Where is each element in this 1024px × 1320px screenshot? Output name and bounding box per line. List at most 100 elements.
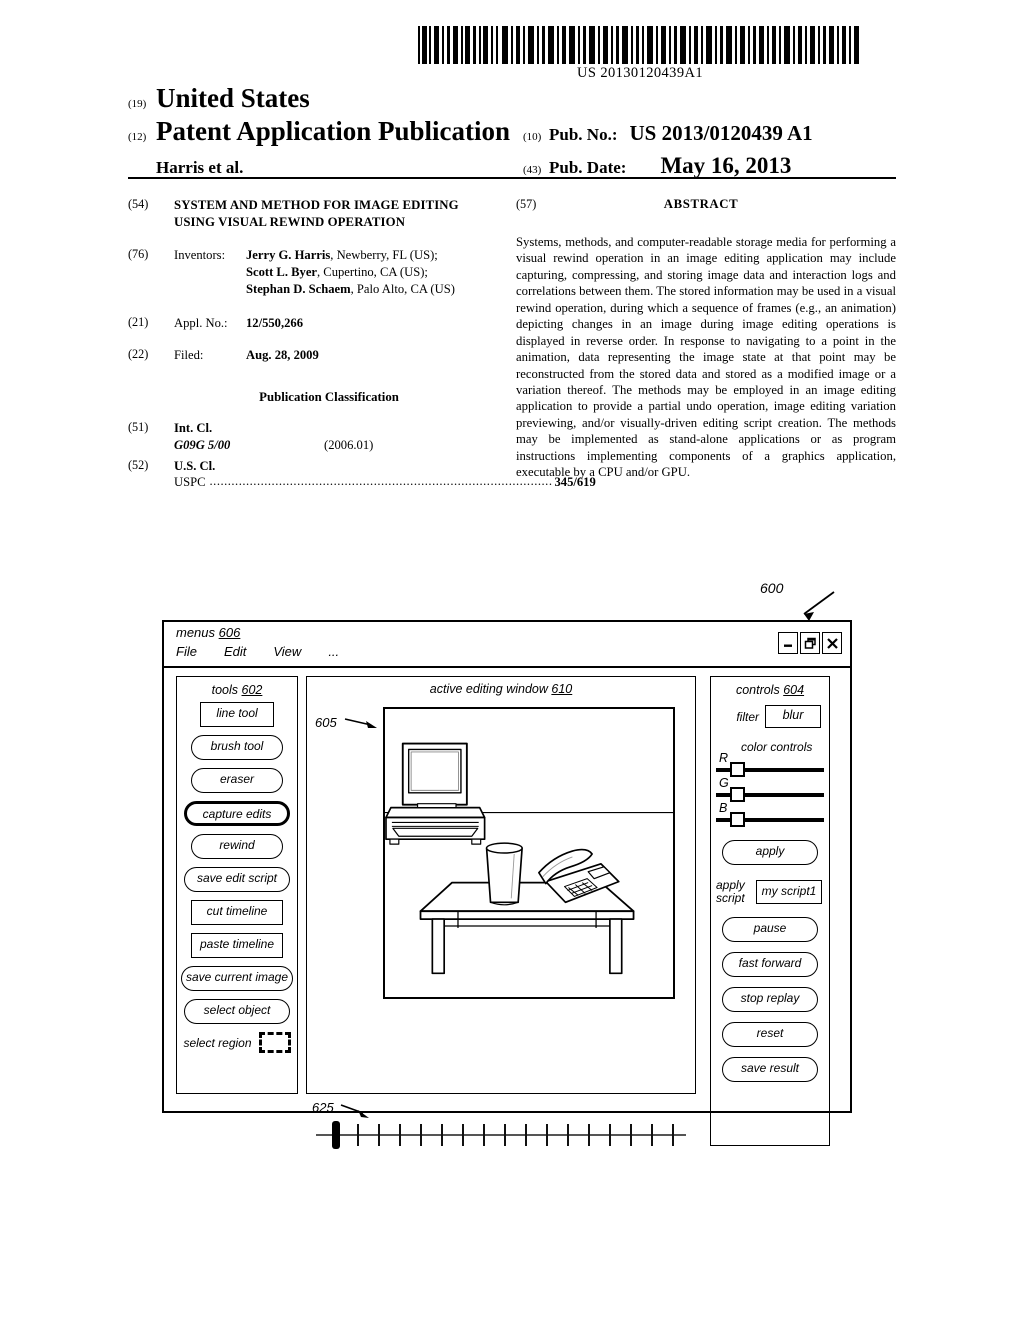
inventors-field: (76) Inventors: Jerry G. Harris, Newberr… bbox=[128, 247, 500, 297]
pause-button[interactable]: pause bbox=[722, 916, 818, 942]
timeline-region: 625 bbox=[306, 1100, 696, 1152]
invention-title: SYSTEM AND METHOD FOR IMAGE EDITING USIN… bbox=[174, 198, 459, 230]
slider-label-b: B bbox=[719, 801, 728, 815]
window-body: tools 602 line tool brush tool eraser ca… bbox=[164, 668, 850, 1149]
inid-22: (22) bbox=[128, 347, 149, 362]
tools-reference-602: 602 bbox=[241, 683, 263, 697]
close-button[interactable] bbox=[822, 632, 842, 654]
tool-line-tool[interactable]: line tool bbox=[200, 702, 274, 727]
restore-icon bbox=[804, 637, 816, 649]
title-field: (54) SYSTEM AND METHOD FOR IMAGE EDITING… bbox=[128, 197, 500, 231]
tool-capture-edits[interactable]: capture edits bbox=[184, 801, 290, 826]
appl-no-value: 12/550,266 bbox=[246, 316, 304, 331]
barcode-block: US 20130120439A1 bbox=[418, 26, 862, 82]
application-window: menus 606 File Edit View ... tools 602 l… bbox=[162, 620, 852, 1149]
tool-brush-tool[interactable]: brush tool bbox=[191, 735, 283, 760]
inventor-name: Stephan D. Schaem bbox=[246, 281, 351, 296]
color-controls-label: color controls bbox=[741, 740, 813, 754]
pub-number-label: Pub. No.: bbox=[549, 125, 618, 145]
tool-cut-timeline[interactable]: cut timeline bbox=[191, 900, 283, 925]
tool-select-region[interactable]: select region bbox=[177, 1032, 297, 1053]
inid-76: (76) bbox=[128, 247, 149, 262]
television-on-stand bbox=[385, 742, 486, 845]
apply-button[interactable]: apply bbox=[722, 840, 818, 865]
country-name: United States bbox=[156, 83, 310, 113]
controls-panel: controls 604 filter blur color controls … bbox=[710, 676, 830, 1146]
active-editing-window: active editing window 610 605 bbox=[306, 676, 696, 1094]
script-name-field[interactable]: my script1 bbox=[756, 879, 822, 904]
tool-select-object[interactable]: select object bbox=[184, 999, 290, 1024]
editing-window-caption: active editing window 610 bbox=[307, 682, 695, 696]
filter-label: filter bbox=[736, 709, 759, 724]
application-number-field: (21) Appl. No.: 12/550,266 bbox=[128, 315, 500, 331]
uspc-label: USPC bbox=[174, 474, 206, 489]
inid-51: (51) bbox=[128, 419, 149, 434]
int-cl-version: (2006.01) bbox=[324, 437, 374, 452]
inventor-location: , Newberry, FL (US); bbox=[330, 248, 438, 263]
inid-54: (54) bbox=[128, 197, 149, 211]
coffee-table bbox=[419, 881, 635, 975]
tool-rewind[interactable]: rewind bbox=[191, 834, 283, 859]
international-classification-field: (51) Int. Cl. G09G 5/00 (2006.01) bbox=[128, 420, 500, 454]
fast-forward-button[interactable]: fast forward bbox=[722, 951, 818, 977]
slider-red[interactable]: R bbox=[716, 751, 824, 778]
pub-date-label: Pub. Date: bbox=[549, 158, 627, 178]
figure-reference-625: 625 bbox=[312, 1100, 334, 1115]
canvas-scene bbox=[385, 742, 673, 975]
tool-save-current-image[interactable]: save current image bbox=[181, 966, 293, 991]
timeline-playhead bbox=[332, 1121, 340, 1149]
slider-green[interactable]: G bbox=[716, 776, 824, 803]
figure-reference-605: 605 bbox=[315, 715, 337, 730]
inventor-name: Scott L. Byer bbox=[246, 264, 317, 279]
menu-item-file[interactable]: File bbox=[176, 644, 197, 659]
appl-no-label: Appl. No.: bbox=[174, 316, 228, 331]
inventor-location: , Palo Alto, CA (US) bbox=[350, 281, 455, 296]
select-region-label: select region bbox=[183, 1035, 252, 1050]
pub-date-value: May 16, 2013 bbox=[660, 153, 792, 179]
image-canvas[interactable] bbox=[383, 707, 675, 999]
abstract-body: Systems, methods, and computer-readable … bbox=[516, 235, 896, 480]
drinking-glass bbox=[485, 842, 523, 906]
timeline-track[interactable] bbox=[306, 1118, 696, 1152]
stop-replay-button[interactable]: stop replay bbox=[722, 986, 818, 1012]
lead-line-605 bbox=[344, 718, 377, 728]
filed-value: Aug. 28, 2009 bbox=[246, 348, 319, 363]
menu-item-more[interactable]: ... bbox=[328, 644, 339, 659]
bibliographic-column: (54) SYSTEM AND METHOD FOR IMAGE EDITING… bbox=[128, 197, 596, 494]
publication-classification-heading: Publication Classification bbox=[259, 390, 399, 405]
filter-value-field[interactable]: blur bbox=[765, 705, 821, 728]
header-divider bbox=[128, 177, 896, 179]
slider-thumb-g[interactable] bbox=[730, 787, 745, 802]
tool-eraser[interactable]: eraser bbox=[191, 768, 283, 793]
minimize-icon bbox=[784, 644, 792, 647]
inid-52: (52) bbox=[128, 457, 149, 472]
marquee-selection-icon bbox=[258, 1032, 291, 1053]
document-header: (19) United States (12) Patent Applicati… bbox=[128, 83, 896, 179]
slider-blue[interactable]: B bbox=[716, 801, 824, 828]
inventors-list: Jerry G. Harris, Newberry, FL (US); Scot… bbox=[246, 247, 500, 297]
reset-button[interactable]: reset bbox=[722, 1021, 818, 1047]
maximize-button[interactable] bbox=[800, 632, 820, 654]
menu-item-edit[interactable]: Edit bbox=[224, 644, 246, 659]
inid-21: (21) bbox=[128, 315, 149, 330]
apply-script-row: apply script my script1 bbox=[711, 879, 829, 905]
slider-thumb-r[interactable] bbox=[730, 762, 745, 777]
editing-window-reference-610: 610 bbox=[551, 682, 573, 696]
controls-reference-604: 604 bbox=[783, 683, 805, 697]
tools-caption-text: tools bbox=[211, 683, 239, 697]
tools-panel-caption: tools 602 bbox=[177, 683, 297, 697]
pub-number-value: US 2013/0120439 A1 bbox=[629, 121, 813, 146]
slider-label-r: R bbox=[719, 751, 729, 765]
abstract-column: (57) ABSTRACT Systems, methods, and comp… bbox=[516, 197, 896, 481]
int-cl-label: Int. Cl. bbox=[174, 420, 213, 435]
save-result-button[interactable]: save result bbox=[722, 1056, 818, 1082]
tool-save-edit-script[interactable]: save edit script bbox=[184, 867, 290, 892]
menu-item-view[interactable]: View bbox=[273, 644, 301, 659]
applicant-name: Harris et al. bbox=[156, 158, 244, 178]
inid-57: (57) bbox=[516, 197, 537, 211]
uspc-leader-dots: ........................................… bbox=[209, 473, 553, 488]
tool-paste-timeline[interactable]: paste timeline bbox=[191, 933, 283, 958]
tools-panel: tools 602 line tool brush tool eraser ca… bbox=[176, 676, 298, 1094]
slider-thumb-b[interactable] bbox=[730, 812, 745, 827]
minimize-button[interactable] bbox=[778, 632, 798, 654]
